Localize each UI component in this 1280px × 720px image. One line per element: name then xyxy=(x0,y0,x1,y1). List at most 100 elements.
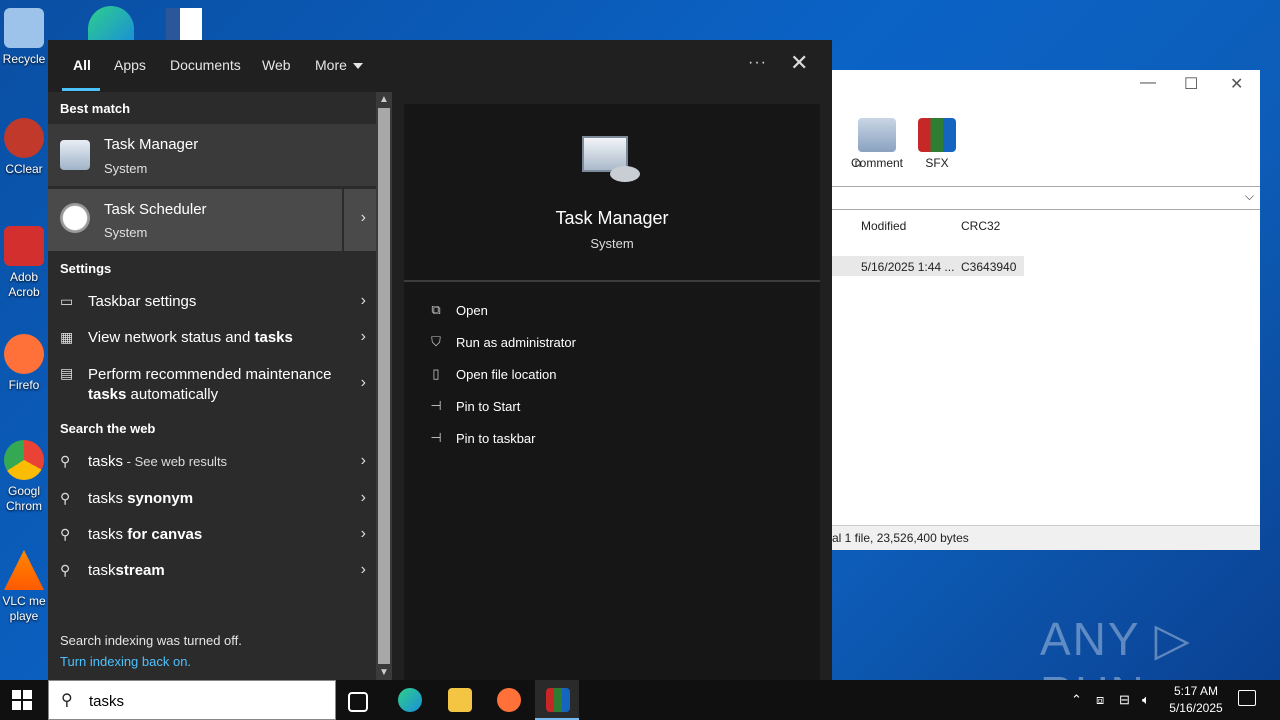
desktop-icon-vlc[interactable]: VLC me playe xyxy=(0,550,48,624)
maintenance-icon: ▤ xyxy=(60,365,74,381)
result-task-manager[interactable]: Task Manager System xyxy=(48,124,376,186)
comment-button[interactable]: Comment xyxy=(847,118,907,170)
firefox-icon xyxy=(4,334,44,374)
results-scrollbar[interactable]: ▲ ▼ xyxy=(376,92,392,680)
status-text: al 1 file, 23,526,400 bytes xyxy=(832,531,969,545)
chevron-right-icon[interactable]: › xyxy=(361,209,366,227)
setting-view-network-status[interactable]: ▦ View network status and tasks › xyxy=(48,324,376,354)
window-titlebar: — ☐ ✕ xyxy=(832,70,1260,100)
scrollbar-thumb[interactable] xyxy=(378,108,390,664)
web-result-tasks[interactable]: ⚲ tasks - See web results › xyxy=(48,448,376,478)
network-status-icon: ▦ xyxy=(60,329,74,345)
desktop-icon-label: Recycle xyxy=(2,52,46,66)
indexing-notice: Search indexing was turned off. xyxy=(60,633,242,648)
acrobat-icon xyxy=(4,226,44,266)
volume-icon[interactable]: 🔈︎ xyxy=(1142,692,1150,708)
network-icon[interactable]: ⊟ xyxy=(1119,692,1130,708)
desktop-icon-word[interactable] xyxy=(166,8,204,40)
setting-label: Taskbar settings xyxy=(88,293,197,310)
cell-modified: 5/16/2025 1:44 ... xyxy=(861,260,955,274)
result-title: Task Manager xyxy=(104,136,199,153)
more-options-icon[interactable]: ··· xyxy=(748,54,767,72)
web-result-taskstream[interactable]: ⚲ taskstream › xyxy=(48,557,376,587)
tab-web[interactable]: Web xyxy=(262,57,291,73)
background-archive-window[interactable]: — ☐ ✕ n Comment SFX ⌵ Modified CRC32 5/1… xyxy=(832,70,1260,550)
scroll-up-icon[interactable]: ▲ xyxy=(379,94,389,105)
setting-label: View network status and tasks xyxy=(88,329,293,346)
status-bar: al 1 file, 23,526,400 bytes xyxy=(832,525,1260,550)
desktop-icon-acrobat[interactable]: Adob Acrob xyxy=(0,226,48,300)
winrar-icon[interactable] xyxy=(546,688,570,712)
system-clock[interactable]: 5:17 AM 5/16/2025 xyxy=(1162,683,1230,717)
preview-title: Task Manager xyxy=(555,208,669,228)
tab-all[interactable]: All xyxy=(73,57,91,73)
chevron-right-icon: › xyxy=(360,452,366,469)
desktop-icon-label: VLC me playe xyxy=(2,594,46,623)
table-row[interactable]: 5/16/2025 1:44 ... C3643940 xyxy=(832,256,1024,276)
task-view-icon[interactable] xyxy=(348,692,368,712)
edge-icon[interactable] xyxy=(398,688,422,712)
tab-more-label: More xyxy=(315,57,347,73)
file-explorer-icon[interactable] xyxy=(448,688,472,712)
scroll-down-icon[interactable]: ▼ xyxy=(379,667,389,678)
archive-toolbar: n Comment SFX xyxy=(832,118,1260,178)
maximize-icon[interactable]: ☐ xyxy=(1184,74,1198,94)
chrome-icon xyxy=(4,440,44,480)
sfx-button[interactable]: SFX xyxy=(907,118,967,170)
chevron-right-icon: › xyxy=(360,489,366,506)
web-result-label: tasks - See web results xyxy=(88,453,228,470)
desktop-icon-chrome[interactable]: Googl Chrom xyxy=(0,440,48,514)
desktop-icon-edge[interactable] xyxy=(88,6,136,44)
tab-documents[interactable]: Documents xyxy=(170,57,241,73)
web-result-tasks-synonym[interactable]: ⚲ tasks synonym › xyxy=(48,485,376,515)
device-icon[interactable]: ⧈ xyxy=(1096,692,1104,708)
column-crc32[interactable]: CRC32 xyxy=(961,219,1000,233)
notification-icon[interactable] xyxy=(1238,690,1256,706)
section-best-match: Best match xyxy=(60,101,131,116)
search-icon: ⚲ xyxy=(60,562,71,578)
preview-pane: Task Manager System ⧉ Open ⛉ Run as admi… xyxy=(404,104,820,680)
tab-more[interactable]: More xyxy=(315,57,363,73)
action-label: Open xyxy=(456,303,488,318)
setting-perform-maintenance[interactable]: ▤ Perform recommended maintenance tasks a… xyxy=(48,360,376,406)
divider xyxy=(404,280,820,282)
action-label: Pin to taskbar xyxy=(456,431,536,446)
firefox-icon[interactable] xyxy=(497,688,521,712)
chevron-right-icon: › xyxy=(360,374,366,391)
address-bar[interactable]: ⌵ xyxy=(832,186,1260,210)
minimize-icon[interactable]: — xyxy=(1140,74,1156,92)
start-button[interactable] xyxy=(12,690,32,710)
cell-crc32: C3643940 xyxy=(961,260,1017,274)
setting-taskbar-settings[interactable]: ▭ Taskbar settings › xyxy=(48,288,376,318)
chevron-up-icon[interactable]: ⌃ xyxy=(1071,692,1082,708)
task-scheduler-icon xyxy=(60,203,90,233)
column-modified[interactable]: Modified xyxy=(861,219,906,233)
chevron-down-icon[interactable]: ⌵ xyxy=(1245,189,1254,204)
result-task-scheduler[interactable]: Task Scheduler System › xyxy=(48,189,376,251)
taskbar-search-box[interactable]: ⚲ xyxy=(48,680,336,720)
desktop-icon-ccleaner[interactable]: CClear xyxy=(0,118,48,177)
result-title: Task Scheduler xyxy=(104,201,207,218)
desktop-icon-firefox[interactable]: Firefo xyxy=(0,334,48,393)
search-input[interactable] xyxy=(87,689,321,713)
task-manager-icon xyxy=(60,140,90,170)
chevron-right-icon: › xyxy=(360,525,366,542)
setting-label: Perform recommended maintenance tasks aut… xyxy=(88,366,332,403)
tab-apps[interactable]: Apps xyxy=(114,57,146,73)
result-subtitle: System xyxy=(104,161,148,176)
web-result-label: tasks synonym xyxy=(88,490,194,507)
action-label: Open file location xyxy=(456,367,557,382)
web-result-tasks-for-canvas[interactable]: ⚲ tasks for canvas › xyxy=(48,521,376,551)
search-icon: ⚲ xyxy=(60,453,71,469)
search-tabs: All Apps Documents Web More ··· ✕ xyxy=(48,40,832,92)
vlc-icon xyxy=(4,550,44,590)
results-list: Best match Task Manager System Task Sche… xyxy=(48,92,376,680)
close-icon[interactable]: ✕ xyxy=(1230,74,1243,94)
desktop-icon-recycle-bin[interactable]: Recycle xyxy=(0,8,48,67)
desktop-icon-label: Adob Acrob xyxy=(8,270,40,299)
sfx-label: SFX xyxy=(925,156,949,170)
close-icon[interactable]: ✕ xyxy=(790,52,808,74)
recycle-bin-icon xyxy=(4,8,44,48)
turn-indexing-on-link[interactable]: Turn indexing back on. xyxy=(60,654,191,669)
result-subtitle: System xyxy=(104,225,148,240)
